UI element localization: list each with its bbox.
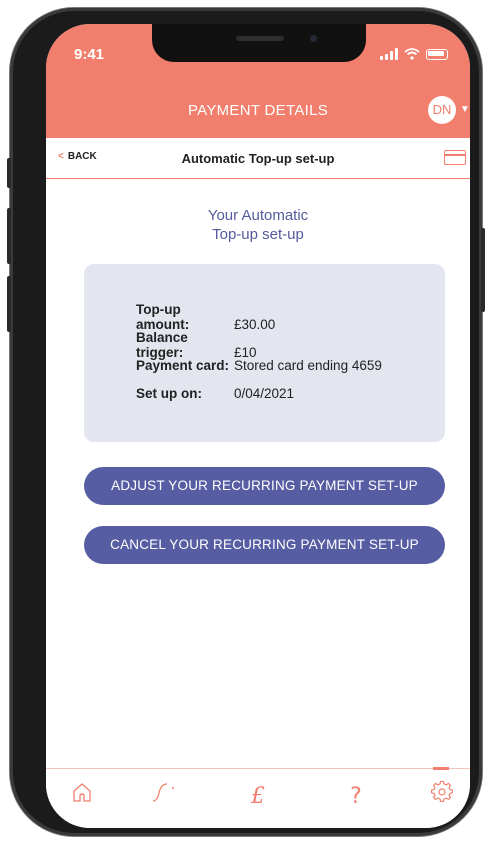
heading-line-1: Your Automatic	[207, 207, 309, 224]
details-panel: Top-up amount: £30.00 Balance trigger: £10…	[84, 264, 445, 442]
phone-frame: 9:41 PAYMENT DETAILS DN ▼ < BACK Automat…	[7, 8, 485, 836]
detail-label: Payment card:	[136, 358, 230, 373]
battery-icon	[426, 48, 448, 60]
detail-row-balance-trigger: Balance trigger: £10	[136, 330, 257, 360]
chevron-down-icon[interactable]: ▼	[460, 104, 470, 115]
app-header: PAYMENT DETAILS DN ▼	[46, 82, 470, 138]
mute-switch	[7, 158, 11, 188]
tab-help[interactable]: ?	[336, 781, 376, 811]
notch	[152, 24, 366, 62]
signal-icon	[380, 48, 398, 60]
help-icon: ?	[350, 784, 362, 809]
volume-up-button	[7, 208, 11, 264]
screen: 9:41 PAYMENT DETAILS DN ▼ < BACK Automat…	[46, 24, 470, 828]
section-heading: Your Automatic Top-up set-up	[46, 206, 470, 244]
detail-value: 0/04/2021	[234, 386, 295, 401]
front-camera	[310, 35, 317, 42]
tab-bar: £ ?	[46, 767, 470, 828]
pound-icon: £	[251, 784, 265, 809]
status-time: 9:41	[74, 46, 105, 63]
power-button	[481, 228, 485, 312]
tab-home[interactable]	[62, 781, 102, 811]
detail-row-topup-amount: Top-up amount: £30.00	[136, 302, 275, 332]
detail-label: Balance trigger:	[136, 330, 188, 360]
home-icon	[73, 783, 91, 802]
detail-value: Stored card ending 4659	[234, 358, 382, 373]
card-icon[interactable]	[444, 150, 466, 165]
tab-settings[interactable]	[422, 780, 462, 811]
page-title: PAYMENT DETAILS	[187, 102, 329, 119]
detail-label: Top-up amount:	[136, 302, 190, 332]
detail-label: Set up on:	[136, 386, 202, 401]
volume-down-button	[7, 276, 11, 332]
tab-graph[interactable]	[146, 781, 186, 811]
adjust-recurring-payment-button[interactable]: ADJUST YOUR RECURRING PAYMENT SET-UP	[84, 467, 445, 505]
active-tab-indicator	[433, 767, 449, 770]
detail-row-set-up-on: Set up on: 0/04/2021	[136, 386, 294, 401]
status-bar: 9:41	[46, 24, 470, 82]
detail-row-payment-card: Payment card: Stored card ending 4659	[136, 358, 382, 373]
heading-line-2: Top-up set-up	[212, 226, 304, 243]
tab-payments[interactable]: £	[238, 781, 278, 811]
cancel-recurring-payment-button[interactable]: CANCEL YOUR RECURRING PAYMENT SET-UP	[84, 526, 445, 564]
subheader-title: Automatic Top-up set-up	[181, 151, 335, 166]
speaker	[236, 36, 284, 41]
graph-icon	[152, 783, 174, 802]
status-icons	[380, 48, 448, 60]
wifi-icon	[404, 48, 420, 60]
avatar[interactable]: DN	[428, 96, 456, 124]
subheader: < BACK Automatic Top-up set-up	[46, 138, 470, 179]
settings-icon	[430, 780, 454, 802]
